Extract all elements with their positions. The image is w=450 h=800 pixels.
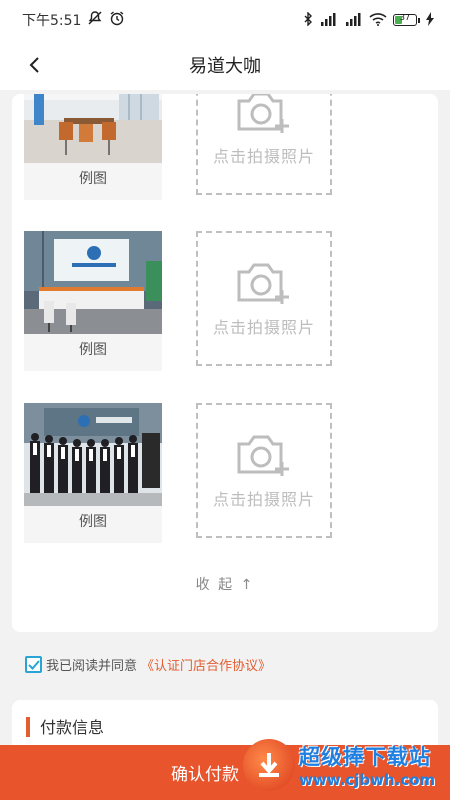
page-title: 易道大咖	[189, 56, 261, 77]
watermark-text: 超级捧下载站 www.cjbwh.com	[299, 741, 435, 789]
chevron-left-icon	[29, 57, 39, 73]
agreement-link[interactable]: 《认证门店合作协议》	[141, 655, 271, 674]
example-image	[24, 403, 162, 506]
status-right: 37	[303, 10, 434, 29]
camera-plus-icon	[237, 435, 289, 476]
payment-info-title: 付款信息	[40, 718, 105, 737]
upload-text: 点击拍摄照片	[212, 317, 315, 337]
alarm-icon	[109, 10, 125, 30]
photo-upload-card: 例图 点击拍摄照片 例图 点击拍摄照片 例图 点击拍摄照片 收 起 ↑	[12, 94, 438, 632]
upload-text: 点击拍摄照片	[212, 489, 315, 509]
battery-text: 37	[399, 13, 411, 22]
back-button[interactable]	[22, 53, 46, 77]
charging-icon	[426, 11, 434, 29]
example-image	[24, 94, 162, 163]
upload-row: 例图 点击拍摄照片	[24, 231, 426, 371]
camera-plus-icon	[237, 263, 289, 304]
watermark-main: 超级捧下载站	[299, 745, 431, 769]
example-label: 例图	[79, 171, 107, 187]
section-accent-bar	[26, 717, 30, 737]
collapse-button[interactable]: 收 起 ↑	[12, 574, 438, 594]
agreement-text: 我已阅读并同意	[46, 659, 138, 674]
example-label: 例图	[79, 514, 107, 530]
agreement-checkbox[interactable]	[25, 656, 42, 673]
upload-row: 例图 点击拍摄照片	[24, 403, 426, 543]
take-photo-button[interactable]: 点击拍摄照片	[196, 403, 332, 538]
checkmark-icon	[27, 659, 40, 670]
watermark-logo-icon	[243, 739, 295, 791]
example-photo-staff: 例图	[24, 403, 162, 543]
watermark: 超级捧下载站 www.cjbwh.com	[243, 732, 448, 798]
nav-bar: 易道大咖	[0, 40, 450, 90]
battery-icon: 37	[393, 13, 420, 26]
upload-row: 例图 点击拍摄照片	[24, 94, 426, 200]
signal-icon	[345, 12, 363, 29]
watermark-url: www.cjbwh.com	[299, 771, 436, 789]
agreement-row: 我已阅读并同意 《认证门店合作协议》	[25, 655, 271, 674]
wifi-icon	[369, 12, 387, 29]
status-time: 下午5:51	[22, 13, 82, 29]
status-bar: 下午5:51 37	[0, 0, 450, 40]
status-left: 下午5:51	[22, 10, 125, 30]
take-photo-button[interactable]: 点击拍摄照片	[196, 94, 332, 195]
example-label: 例图	[79, 342, 107, 358]
take-photo-button[interactable]: 点击拍摄照片	[196, 231, 332, 366]
battery-cap	[418, 17, 420, 23]
mute-icon	[87, 10, 103, 30]
example-photo-reception: 例图	[24, 231, 162, 371]
battery-body: 37	[393, 13, 417, 26]
confirm-payment-label: 确认付款	[171, 765, 239, 785]
example-image	[24, 231, 162, 334]
upload-text: 点击拍摄照片	[212, 146, 315, 166]
camera-plus-icon	[237, 94, 289, 133]
example-photo-storefront: 例图	[24, 94, 162, 200]
bluetooth-icon	[303, 10, 313, 29]
signal-hd-icon	[319, 12, 339, 29]
